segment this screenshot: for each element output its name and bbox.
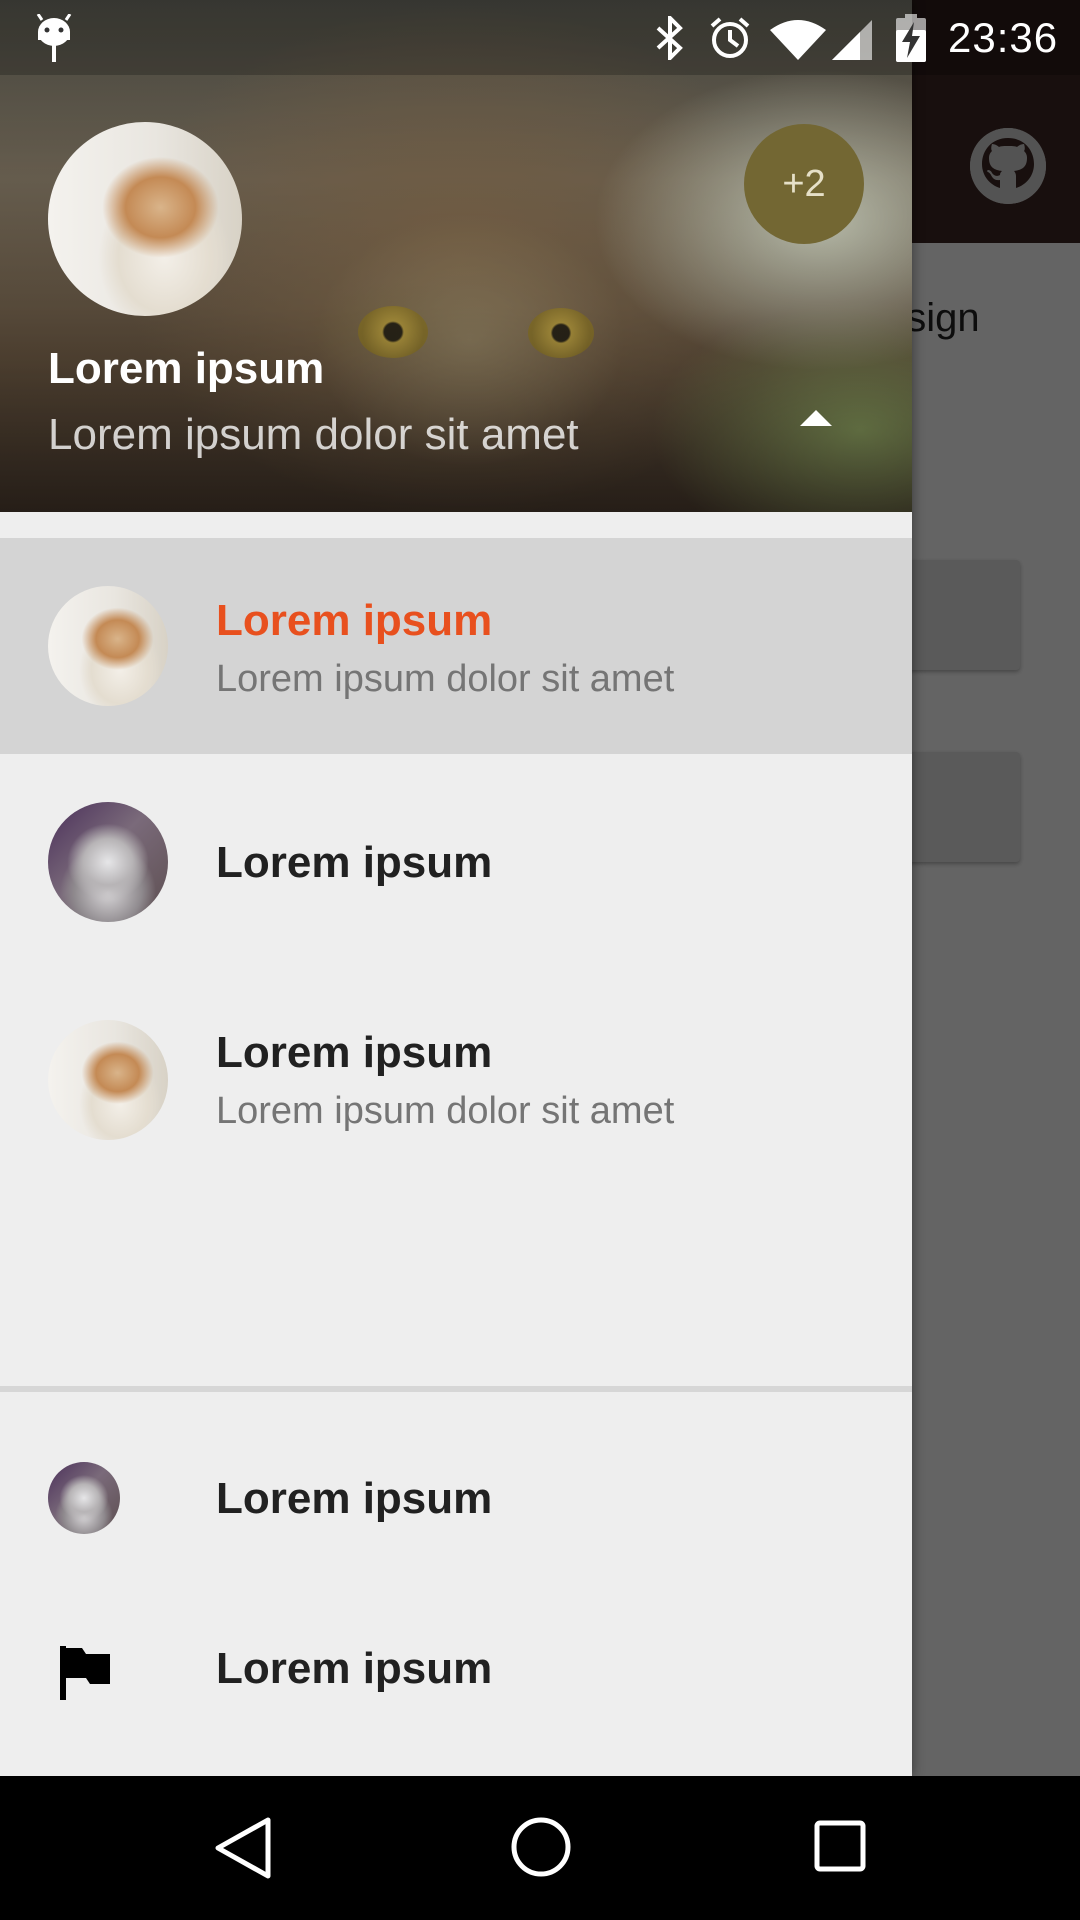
back-icon[interactable] — [212, 1816, 276, 1880]
footer-item-add-account[interactable]: Lorem ipsum — [0, 1424, 912, 1574]
flag-icon — [60, 1646, 110, 1700]
home-icon[interactable] — [510, 1816, 572, 1878]
profile-avatar — [48, 1020, 168, 1140]
more-accounts-badge[interactable]: +2 — [744, 124, 864, 244]
navigation-drawer: +2 Lorem ipsum Lorem ipsum dolor sit ame… — [0, 0, 912, 1776]
battery-charging-icon — [896, 14, 926, 62]
wifi-icon — [770, 20, 826, 60]
current-account-avatar[interactable] — [48, 122, 242, 316]
android-icon — [36, 14, 72, 62]
profile-email: Lorem ipsum dolor sit amet — [216, 1090, 675, 1132]
profile-name: Lorem ipsum — [216, 1028, 493, 1077]
profile-item[interactable]: Lorem ipsum Lorem ipsum dolor sit amet — [0, 972, 912, 1188]
footer-item-label: Lorem ipsum — [216, 1644, 493, 1693]
profile-avatar — [48, 586, 168, 706]
system-nav-bar — [0, 1776, 1080, 1920]
account-name: Lorem ipsum — [48, 344, 325, 393]
account-email: Lorem ipsum dolor sit amet — [48, 410, 579, 459]
profile-name: Lorem ipsum — [216, 596, 493, 645]
status-bar: 23:36 — [0, 0, 1080, 75]
alarm-icon — [710, 17, 750, 58]
footer-item-manage[interactable]: Lorem ipsum — [0, 1594, 912, 1744]
recents-icon[interactable] — [814, 1820, 866, 1872]
profile-item[interactable]: Lorem ipsum — [0, 754, 912, 970]
footer-divider — [0, 1386, 912, 1392]
status-time: 23:36 — [948, 14, 1059, 61]
account-header: +2 Lorem ipsum Lorem ipsum dolor sit ame… — [0, 0, 912, 512]
arrow-up-icon[interactable] — [800, 410, 832, 426]
bluetooth-icon — [656, 16, 683, 60]
signal-icon — [832, 20, 872, 60]
footer-item-label: Lorem ipsum — [216, 1474, 493, 1523]
profile-item-selected[interactable]: Lorem ipsum Lorem ipsum dolor sit amet — [0, 538, 912, 754]
profile-email: Lorem ipsum dolor sit amet — [216, 658, 675, 700]
grey-cat-avatar — [48, 1462, 120, 1534]
profile-name: Lorem ipsum — [216, 838, 493, 887]
profile-avatar — [48, 802, 168, 922]
